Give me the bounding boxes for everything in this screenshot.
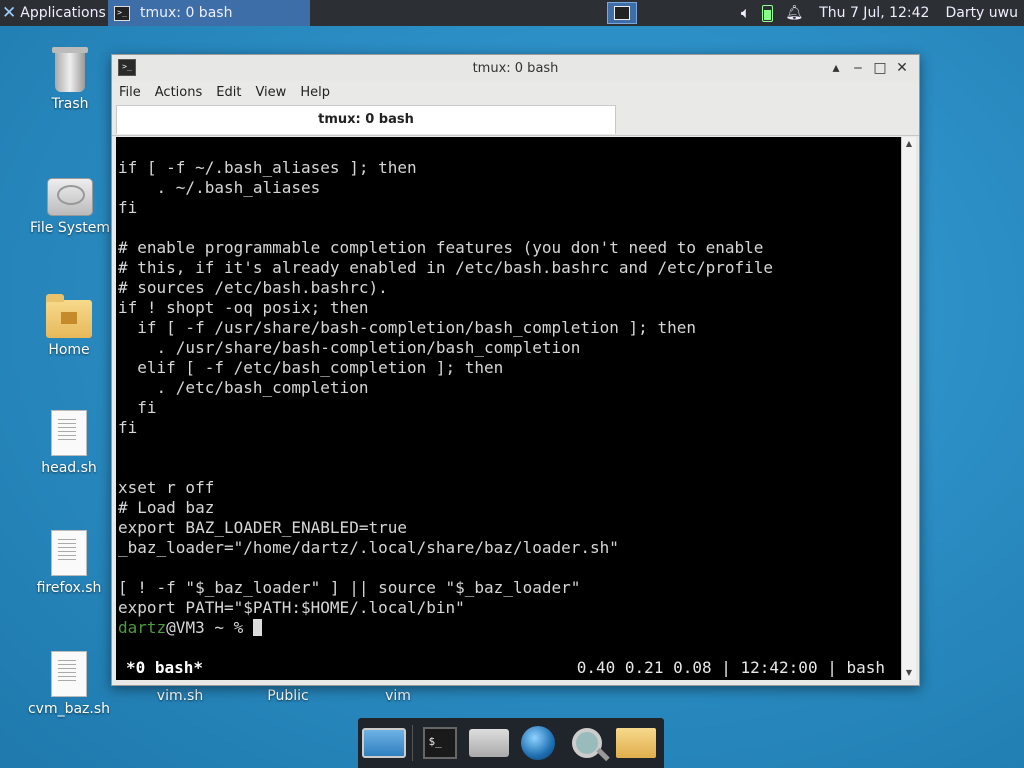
menu-bar: File Actions Edit View Help bbox=[112, 81, 919, 103]
desktop-icon-label: Trash bbox=[51, 96, 89, 112]
terminal-area[interactable]: if [ -f ~/.bash_aliases ]; then . ~/.bas… bbox=[116, 137, 901, 680]
tab-tmux-bash[interactable]: tmux: 0 bash bbox=[116, 105, 616, 134]
xfce-logo-icon: ✕ bbox=[2, 3, 17, 23]
scroll-up-arrow-icon[interactable]: ▲ bbox=[902, 137, 916, 151]
dock: $_ bbox=[358, 718, 664, 768]
terminal-icon: >_ bbox=[114, 5, 130, 21]
menu-actions[interactable]: Actions bbox=[155, 85, 203, 100]
desktop-icon-firefox-sh[interactable]: firefox.sh bbox=[19, 530, 119, 596]
menu-edit[interactable]: Edit bbox=[216, 85, 241, 100]
tmux-status-right: 0.40 0.21 0.08 | 12:42:00 | bash bbox=[576, 658, 885, 677]
taskbar-item-label: tmux: 0 bash bbox=[140, 5, 233, 21]
menu-help[interactable]: Help bbox=[300, 85, 330, 100]
menu-view[interactable]: View bbox=[255, 85, 286, 100]
desktop-icon-file-system[interactable]: File System bbox=[20, 178, 120, 236]
prompt-host: @VM3 ~ % bbox=[166, 618, 253, 637]
dock-show-desktop[interactable] bbox=[362, 723, 406, 763]
tmux-window-indicator[interactable]: *0 bash* bbox=[126, 658, 203, 678]
home-folder-icon bbox=[46, 294, 92, 338]
show-desktop-icon bbox=[362, 728, 406, 758]
minimize-button[interactable]: ‒ bbox=[847, 58, 869, 78]
search-icon bbox=[572, 728, 603, 758]
tmux-status-bar: *0 bash* 0.40 0.21 0.08 | 12:42:00 | bas… bbox=[116, 658, 901, 678]
desktop-icon-label: head.sh bbox=[41, 460, 97, 476]
workspace-icon bbox=[614, 6, 630, 20]
document-icon bbox=[51, 530, 87, 576]
dock-web-browser[interactable] bbox=[517, 723, 560, 763]
applications-menu[interactable]: ✕ Applications bbox=[0, 0, 110, 26]
folder-icon bbox=[616, 728, 657, 758]
dock-separator bbox=[412, 725, 413, 761]
desktop-icon-vim[interactable]: vim bbox=[348, 688, 448, 704]
battery-icon[interactable] bbox=[762, 4, 774, 22]
applications-label: Applications bbox=[20, 5, 106, 21]
drive-icon bbox=[47, 178, 93, 216]
workspace-switcher[interactable] bbox=[607, 2, 637, 24]
window-title: tmux: 0 bash bbox=[472, 60, 559, 76]
volume-icon[interactable]: 🔈︎ bbox=[741, 3, 751, 23]
document-icon bbox=[51, 651, 87, 697]
prompt-user: dartz bbox=[118, 618, 167, 637]
document-icon bbox=[51, 410, 87, 456]
desktop-icon-vim-sh[interactable]: vim.sh bbox=[130, 688, 230, 704]
scroll-down-arrow-icon[interactable]: ▼ bbox=[902, 666, 916, 680]
desktop-icon-label: vim.sh bbox=[156, 688, 204, 704]
dock-folder[interactable] bbox=[615, 723, 658, 763]
terminal-icon[interactable]: >_ bbox=[118, 59, 136, 76]
web-browser-icon bbox=[521, 726, 556, 760]
menu-file[interactable]: File bbox=[119, 85, 141, 100]
desktop-icon-public[interactable]: Public bbox=[238, 688, 338, 704]
dock-home-folder[interactable] bbox=[468, 723, 511, 763]
desktop-icon-label: Public bbox=[267, 688, 309, 704]
desktop-icon-cvm-baz-sh[interactable]: cvm_baz.sh bbox=[19, 651, 119, 717]
clock[interactable]: Thu 7 Jul, 12:42 bbox=[819, 5, 929, 21]
desktop-icon-label: File System bbox=[29, 220, 111, 236]
dock-terminal[interactable]: $_ bbox=[419, 723, 462, 763]
desktop-icon-label: vim bbox=[385, 688, 411, 704]
desktop-icon-label: cvm_baz.sh bbox=[27, 701, 111, 717]
terminal-window: >_ tmux: 0 bash ▴ ‒ □ ✕ File Actions Edi… bbox=[111, 54, 920, 686]
notification-bell-icon[interactable]: 🔔︎ bbox=[785, 5, 803, 21]
scrollbar[interactable]: ▲ ▼ bbox=[901, 137, 916, 680]
home-folder-icon bbox=[469, 729, 510, 757]
terminal-output: if [ -f ~/.bash_aliases ]; then . ~/.bas… bbox=[118, 158, 774, 637]
text-cursor bbox=[252, 619, 262, 636]
desktop-icon-trash[interactable]: Trash bbox=[20, 47, 120, 112]
tab-bar: tmux: 0 bash bbox=[112, 103, 919, 136]
window-titlebar[interactable]: >_ tmux: 0 bash ▴ ‒ □ ✕ bbox=[112, 55, 919, 81]
shade-button[interactable]: ▴ bbox=[825, 58, 847, 78]
desktop-icon-label: Home bbox=[48, 342, 90, 358]
dock-search[interactable] bbox=[566, 723, 609, 763]
user-menu[interactable]: Darty uwu bbox=[945, 5, 1018, 21]
terminal-icon: $_ bbox=[423, 727, 458, 759]
desktop-icon-label: firefox.sh bbox=[36, 580, 102, 596]
trash-icon bbox=[52, 47, 88, 92]
maximize-button[interactable]: □ bbox=[869, 58, 891, 78]
desktop-icon-home[interactable]: Home bbox=[19, 294, 119, 358]
close-button[interactable]: ✕ bbox=[891, 58, 913, 78]
top-panel: ✕ Applications >_ tmux: 0 bash 🔈︎ 🔔︎ Thu… bbox=[0, 0, 1024, 26]
taskbar-item-terminal[interactable]: >_ tmux: 0 bash bbox=[108, 0, 310, 26]
desktop-icon-head-sh[interactable]: head.sh bbox=[19, 410, 119, 476]
